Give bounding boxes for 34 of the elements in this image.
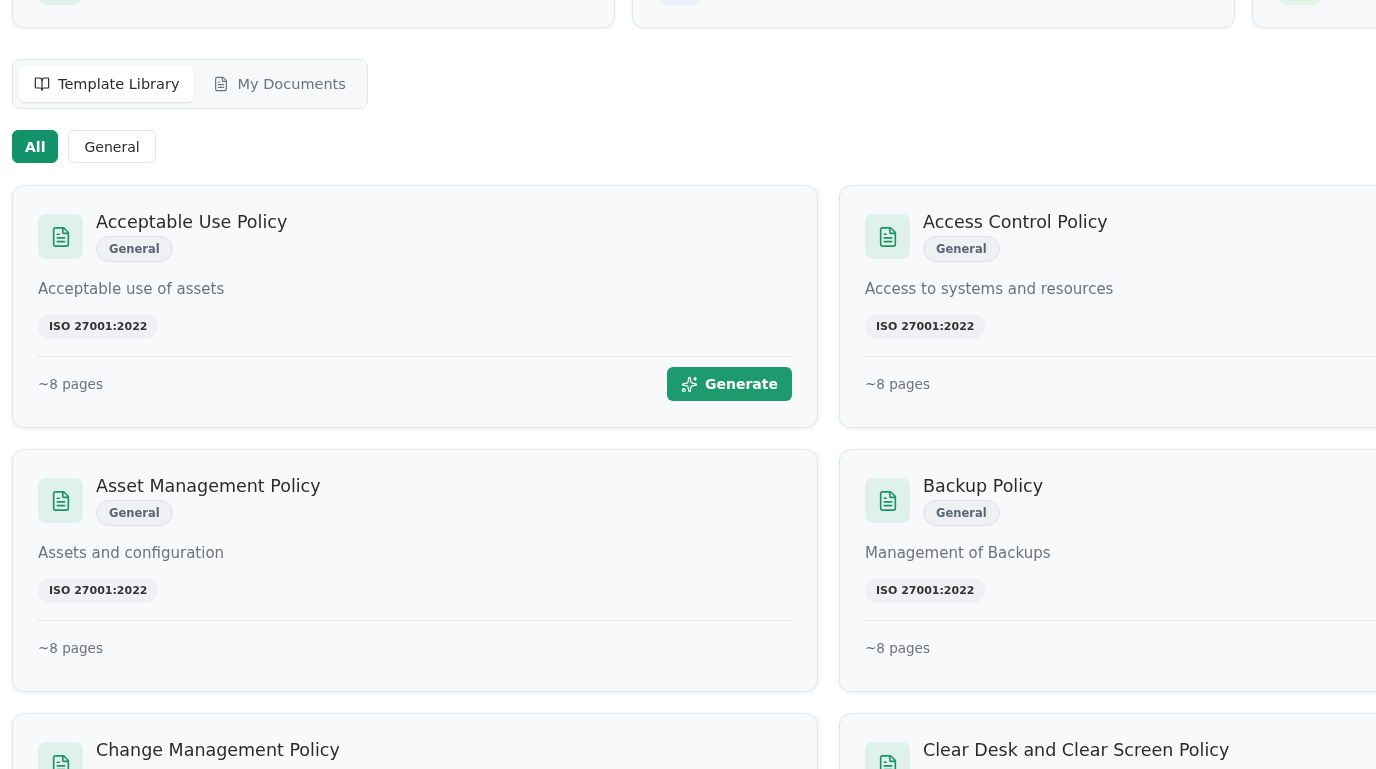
- document-icon: [213, 76, 230, 92]
- standard-tag: ISO 27001:2022: [38, 314, 159, 339]
- template-title: Asset Management Policy: [96, 475, 321, 497]
- filter-chip[interactable]: General: [68, 130, 156, 163]
- sparkle-icon: [681, 375, 698, 393]
- book-icon: [34, 76, 50, 92]
- template-description: Acceptable use of assets: [38, 279, 225, 299]
- tab[interactable]: Template Library: [19, 66, 195, 102]
- document-icon: [38, 478, 83, 523]
- template-title: Access Control Policy: [923, 211, 1108, 233]
- document-icon: [865, 214, 910, 259]
- template-title: Clear Desk and Clear Screen Policy: [923, 739, 1230, 761]
- template-title: Change Management Policy: [96, 739, 340, 761]
- page-count: ~8 pages: [865, 640, 930, 656]
- standard-tag: ISO 27001:2022: [865, 578, 986, 603]
- category-badge: General: [96, 500, 173, 526]
- document-icon: [865, 478, 910, 523]
- template-title: Backup Policy: [923, 475, 1044, 497]
- category-badge: General: [923, 500, 1000, 526]
- standard-tag: ISO 27001:2022: [865, 314, 986, 339]
- category-badge: General: [96, 236, 173, 262]
- template-title: Acceptable Use Policy: [96, 211, 288, 233]
- standard-tag: ISO 27001:2022: [38, 578, 159, 603]
- page-count: ~8 pages: [38, 376, 103, 392]
- document-icon: [38, 214, 83, 259]
- template-description: Management of Backups: [865, 543, 1051, 563]
- page-count: ~8 pages: [38, 640, 103, 656]
- template-description: Assets and configuration: [38, 543, 225, 563]
- category-badge: General: [923, 236, 1000, 262]
- tab[interactable]: My Documents: [198, 66, 361, 102]
- page-count: ~8 pages: [865, 376, 930, 392]
- generate-button[interactable]: Generate: [667, 367, 792, 401]
- template-description: Access to systems and resources: [865, 279, 1114, 299]
- filter-chip[interactable]: All: [12, 130, 59, 163]
